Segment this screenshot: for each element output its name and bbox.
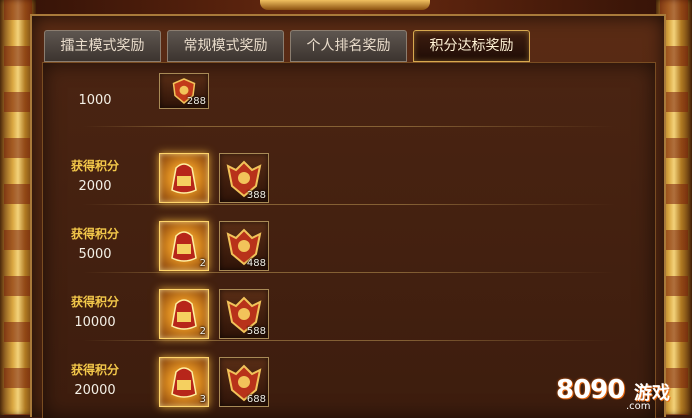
reward-item-slot[interactable]: 2 [159,221,209,271]
item-count: 388 [246,190,266,201]
row-divider [83,126,615,127]
reward-list: 1000 288 获得积分 2000 388 获得积分 5000 2 488 获… [42,62,656,418]
reward-item-slot[interactable]: 688 [219,357,269,407]
reward-row: 1000 288 [43,71,655,127]
item-count: 3 [199,394,206,405]
item-count: 2 [199,326,206,337]
item-count: 2 [199,258,206,269]
reward-row: 获得积分 2000 388 [43,137,655,205]
site-watermark: 8090 游戏 .com [556,375,686,412]
tab-points-target-reward[interactable]: 积分达标奖励 [413,30,530,62]
reward-panel: 擂主模式奖励 常规模式奖励 个人排名奖励 积分达标奖励 1000 288 获得积… [30,14,666,418]
reward-item-slot[interactable]: 3 [159,357,209,407]
reward-row: 获得积分 10000 2 588 [43,273,655,341]
treasure-bag-icon [171,231,197,262]
reward-item-slot[interactable]: 388 [219,153,269,203]
points-label: 获得积分 [70,295,119,309]
tab-regular-mode-reward[interactable]: 常规模式奖励 [167,30,284,62]
reward-row: 获得积分 5000 2 488 [43,205,655,273]
item-count: 288 [186,96,206,107]
points-threshold: 1000 [78,93,112,108]
tab-arena-master-reward[interactable]: 擂主模式奖励 [44,30,161,62]
reward-item-slot[interactable]: 488 [219,221,269,271]
points-threshold: 2000 [78,179,112,194]
treasure-bag-icon [171,163,197,194]
item-count: 688 [246,394,266,405]
reward-item-slot[interactable]: 2 [159,289,209,339]
reward-item-slot[interactable]: 588 [219,289,269,339]
treasure-bag-icon [171,299,197,330]
points-threshold: 20000 [74,383,116,398]
points-label: 获得积分 [70,227,119,241]
watermark-number: 8090 [556,375,625,405]
treasure-bag-icon [171,367,197,398]
points-threshold: 10000 [74,315,116,330]
reward-tabs: 擂主模式奖励 常规模式奖励 个人排名奖励 积分达标奖励 [44,30,530,62]
item-count: 588 [246,326,266,337]
points-threshold: 5000 [78,247,112,262]
top-ornament [260,0,430,10]
item-count: 488 [246,258,266,269]
game-window-frame: 擂主模式奖励 常规模式奖励 个人排名奖励 积分达标奖励 1000 288 获得积… [0,0,692,418]
points-label: 获得积分 [70,363,119,377]
watermark-domain: .com [626,401,651,412]
tab-personal-ranking-reward[interactable]: 个人排名奖励 [290,30,407,62]
reward-item-slot[interactable]: 288 [159,73,209,109]
reward-item-slot[interactable] [159,153,209,203]
points-label: 获得积分 [70,159,119,173]
